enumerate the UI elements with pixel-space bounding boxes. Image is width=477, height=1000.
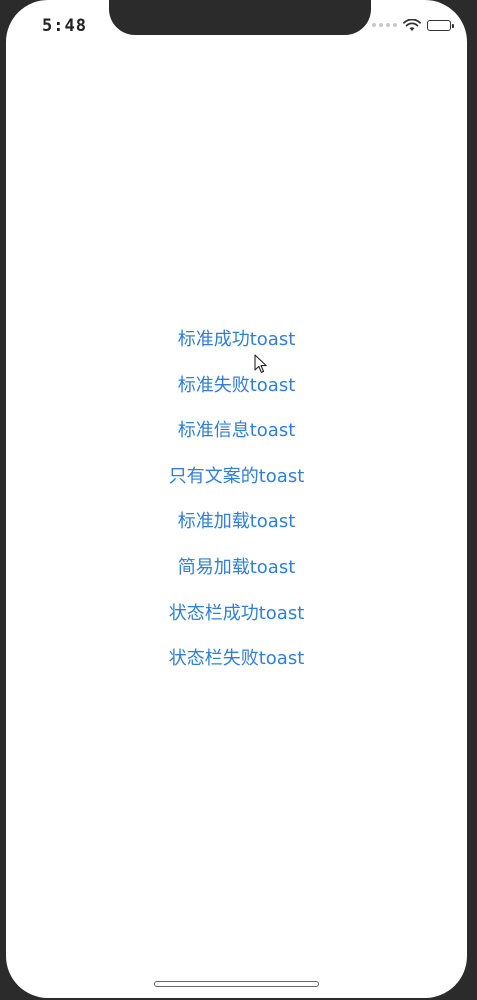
toast-menu: 标准成功toast 标准失败toast 标准信息toast 只有文案的toast… <box>6 322 467 687</box>
menu-item-standard-failure-toast[interactable]: 标准失败toast <box>178 368 296 414</box>
menu-item-statusbar-failure-toast[interactable]: 状态栏失败toast <box>169 641 305 687</box>
wifi-icon <box>403 18 421 31</box>
menu-item-standard-loading-toast[interactable]: 标准加载toast <box>178 504 296 550</box>
status-time: 5:48 <box>42 16 87 36</box>
menu-item-standard-success-toast[interactable]: 标准成功toast <box>178 322 296 368</box>
menu-item-statusbar-success-toast[interactable]: 状态栏成功toast <box>169 596 305 642</box>
phone-screen: 5:48 标准成功toast 标准失败toast 标准信息toast 只有文案的… <box>6 0 467 998</box>
status-icons <box>372 18 454 32</box>
signal-icon <box>372 23 397 27</box>
home-indicator[interactable] <box>154 981 319 987</box>
menu-item-standard-info-toast[interactable]: 标准信息toast <box>178 413 296 459</box>
menu-item-text-only-toast[interactable]: 只有文案的toast <box>169 459 305 505</box>
battery-icon <box>427 19 454 31</box>
notch <box>109 0 371 35</box>
menu-item-simple-loading-toast[interactable]: 简易加载toast <box>178 550 296 596</box>
mouse-cursor-icon <box>254 354 267 373</box>
